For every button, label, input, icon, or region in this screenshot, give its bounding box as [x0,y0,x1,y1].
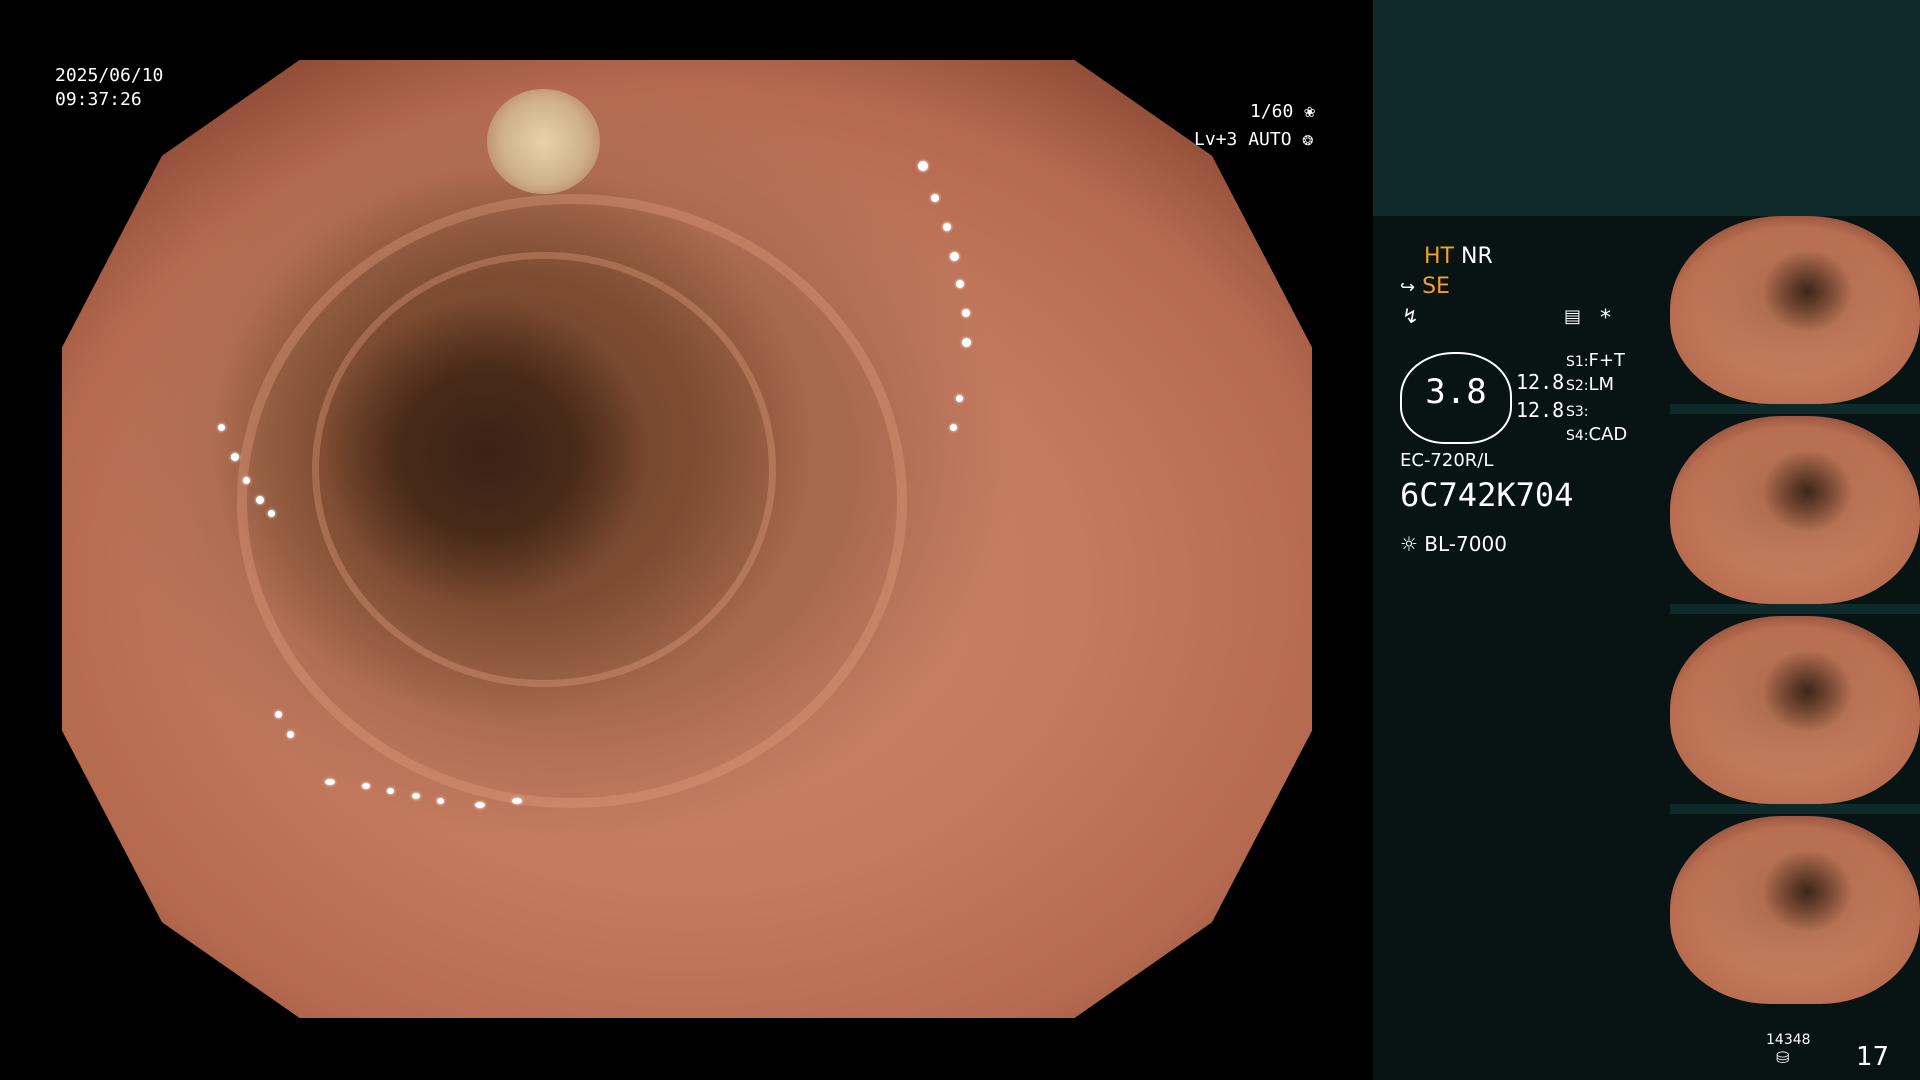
thumbnail-label: 6C742K704 [1672,793,1716,802]
endoscope-view [62,60,1312,1018]
switch-s1: S1:F+T [1566,350,1625,371]
shutter-icon: ❀ [1304,101,1316,122]
capture-thumbnail[interactable]: 6C742K704 [1670,416,1920,604]
thumbnail-label: 6C742K704 [1672,393,1716,402]
light-reflection [412,792,420,799]
capture-thumbnail[interactable]: 6C742K704 [1670,616,1920,804]
time-label: 09:37:26 [55,89,142,110]
light-reflection [324,778,335,785]
ht-label: HT [1424,244,1454,269]
storage-icon: ⛁ [1776,1048,1790,1067]
light-source-row: ☼ BL-7000 [1400,532,1507,556]
light-reflection [218,424,226,432]
switch-s2: S2:LM [1566,374,1614,395]
light-reflection [512,797,522,804]
shutter-speed: 1/60 ❀ [1250,100,1315,124]
light-reflection [949,424,957,432]
light-reflection [930,194,939,203]
light-reflection [955,395,963,403]
thumbnail-divider [1670,604,1920,614]
lesion-spot [487,88,600,195]
switch-key: S1: [1566,354,1589,370]
gauge-value: 3.8 [1425,372,1487,412]
light-reflection [962,337,971,347]
light-reflection [918,160,929,171]
light-reflection [287,730,294,738]
light-reflection [949,251,959,261]
image-count: 17 [1856,1042,1890,1072]
light-reflection [243,476,251,484]
nr-label: NR [1460,244,1493,269]
shutter-speed-label: 1/60 [1250,101,1294,122]
scope-serial: 6C742K704 [1400,476,1574,514]
level-label: Lv+3 [1194,129,1238,150]
light-reflection [943,222,952,231]
switch-value: F+T [1588,350,1625,371]
lamp-icon: ☼ [1400,532,1418,556]
auto-iris-icon: ❂ [1302,129,1314,150]
switch-key: S4: [1566,428,1589,444]
light-reflection [437,797,444,804]
switch-value: LM [1588,374,1615,395]
side-value-2: 12.8 [1516,398,1565,422]
switch-value: CAD [1588,424,1628,445]
thumbnail-divider [1670,404,1920,414]
light-reflection [274,711,282,719]
light-reflection [962,309,970,318]
mode-label: AUTO [1248,129,1292,150]
capture-thumbnail[interactable]: 6C742K704 [1670,216,1920,404]
switch-key: S3: [1566,404,1589,420]
thumbnail-label: 6C742K704 [1672,593,1716,602]
thumbnail-divider [1670,804,1920,814]
mucosal-fold [312,251,776,688]
side-value-1: 12.8 [1516,370,1565,394]
switch-s4: S4:CAD [1566,424,1627,445]
light-reflection [474,802,485,809]
light-reflection [230,452,239,461]
light-reflection [362,783,370,790]
tools-icon: ↪ [1400,277,1416,298]
iris-setting: Lv+3 AUTO ❂ [1194,128,1313,152]
ht-nr-row: HT NR [1424,244,1493,269]
scope-model: EC-720R/L [1400,450,1494,471]
date-label: 2025/06/10 [55,65,164,86]
lightning-icon: ↯ [1402,304,1419,328]
switch-s3: S3: [1566,400,1589,421]
panel-header-area [1373,0,1920,216]
settings-icon: ▤ [1564,306,1582,327]
capture-thumbnail[interactable]: 6C742K704 [1670,816,1920,1004]
se-label: SE [1422,274,1450,299]
thumbnail-label: 6C742K704 [1672,993,1716,1002]
se-row: ↪ SE [1400,274,1450,299]
asterisk-label: * [1600,306,1611,331]
magnification-gauge: 3.8 [1400,352,1512,444]
light-reflection [387,788,394,795]
light-reflection [955,280,964,289]
light-reflection [255,495,264,504]
light-source-label: BL-7000 [1424,532,1507,556]
storage-count: 14348 [1766,1032,1811,1048]
switch-key: S2: [1566,378,1589,394]
